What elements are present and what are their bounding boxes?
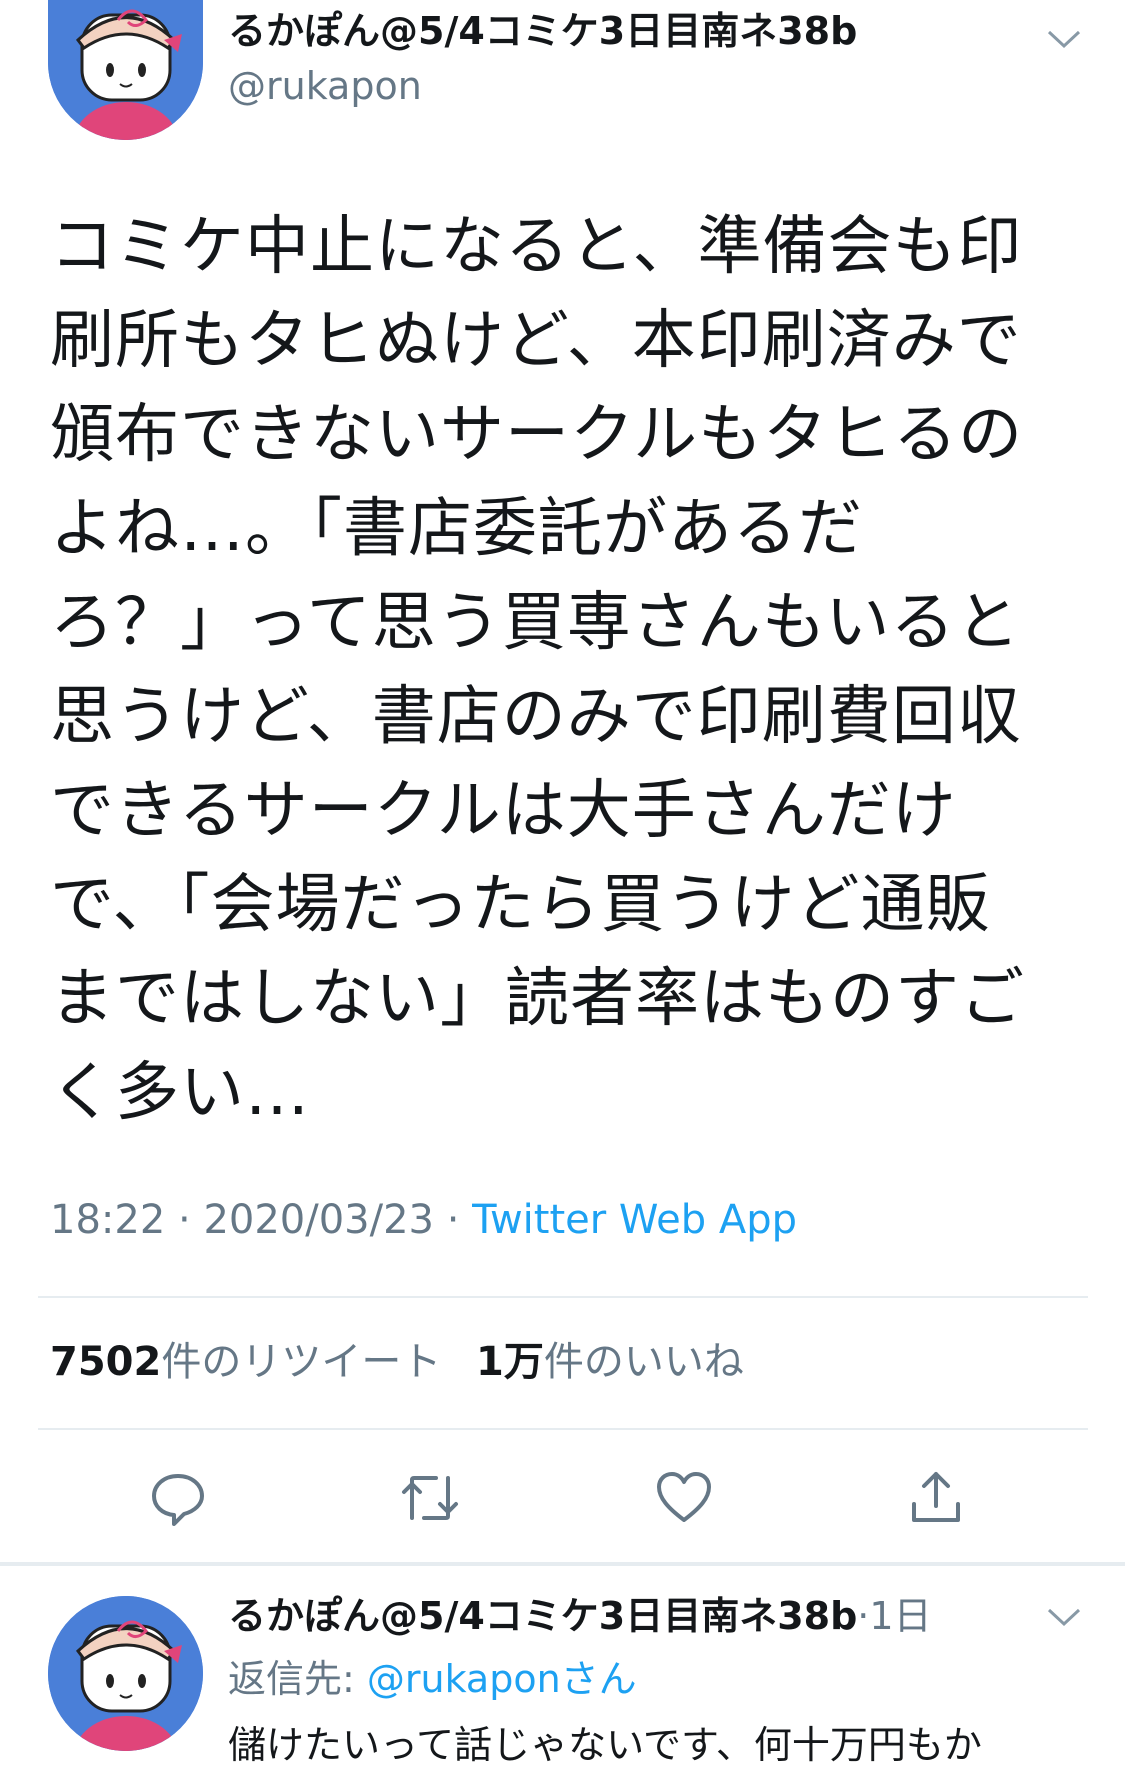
tweet-source-link[interactable]: Twitter Web App [472, 1197, 797, 1243]
tweet-line: よね…。「書店委託があるだ [50, 492, 863, 566]
tweet-line: できるサークルは大手さんだけ [50, 774, 957, 848]
retweet-stat[interactable]: 7502件のリツイート [50, 1339, 441, 1385]
reply-to-link[interactable]: @rukaponさん [367, 1657, 637, 1701]
avatar-illustration [48, 0, 203, 140]
display-name[interactable]: るかぽん@5/4コミケ3日目南ネ38b [228, 8, 857, 54]
tweet-line: で、「会場だったら買うけど通販 [50, 868, 991, 942]
reply-text: 儲けたいって話じゃないです、何十万円もか [228, 1723, 982, 1767]
like-label: 件のいいね [543, 1339, 744, 1385]
retweet-count: 7502 [50, 1339, 162, 1385]
tweet-line: まではしない」読者率はものすご [50, 962, 1025, 1036]
chevron-down-icon[interactable] [1046, 1606, 1082, 1632]
avatar[interactable] [48, 0, 203, 140]
tweet-line: 刷所もタヒぬけど、本印刷済みで [50, 304, 1022, 378]
reply-display-name[interactable]: るかぽん@5/4コミケ3日目南ネ38b [228, 1594, 857, 1638]
tweet-stats: 7502件のリツイート 1万件のいいね [50, 1337, 766, 1387]
retweet-label: 件のリツイート [161, 1339, 442, 1385]
tweet-line: く多い… [50, 1056, 310, 1130]
chevron-down-icon[interactable] [1046, 28, 1082, 54]
divider [38, 1296, 1088, 1298]
avatar-illustration [48, 1596, 203, 1751]
like-stat[interactable]: 1万件のいいね [476, 1339, 744, 1385]
tweet-text: コミケ中止になると、準備会も印 刷所もタヒぬけど、本印刷済みで 頒布できないサー… [50, 200, 1080, 1140]
reply-to-prefix: 返信先: [228, 1657, 367, 1701]
share-icon[interactable] [906, 1468, 966, 1528]
tweet-date: 2020/03/23 [203, 1197, 434, 1243]
like-count: 1万 [476, 1339, 544, 1385]
reply-icon[interactable] [148, 1468, 208, 1528]
reply-header: るかぽん@5/4コミケ3日目南ネ38b·1日 [228, 1593, 932, 1639]
divider [38, 1428, 1088, 1430]
reply-to-line: 返信先: @rukaponさん [228, 1656, 637, 1702]
like-icon[interactable] [654, 1468, 714, 1528]
tweet-meta: 18:22 · 2020/03/23 · Twitter Web App [50, 1195, 797, 1245]
tweet-line: コミケ中止になると、準備会も印 [50, 210, 1023, 284]
reply-time: 1日 [869, 1594, 932, 1638]
meta-separator: · [857, 1594, 870, 1638]
meta-separator: · [446, 1197, 460, 1243]
tweet-line: 頒布できないサークルもタヒるの [50, 398, 1024, 472]
tweet-line: 思うけど、書店のみで印刷費回収 [50, 680, 1022, 754]
tweet-time: 18:22 [50, 1197, 166, 1243]
avatar[interactable] [48, 1596, 203, 1751]
meta-separator: · [178, 1197, 191, 1243]
handle[interactable]: @rukapon [228, 63, 422, 109]
section-separator [0, 1562, 1125, 1566]
tweet-line: ろ？」って思う買専さんもいると [50, 586, 1021, 660]
retweet-icon[interactable] [398, 1468, 458, 1528]
